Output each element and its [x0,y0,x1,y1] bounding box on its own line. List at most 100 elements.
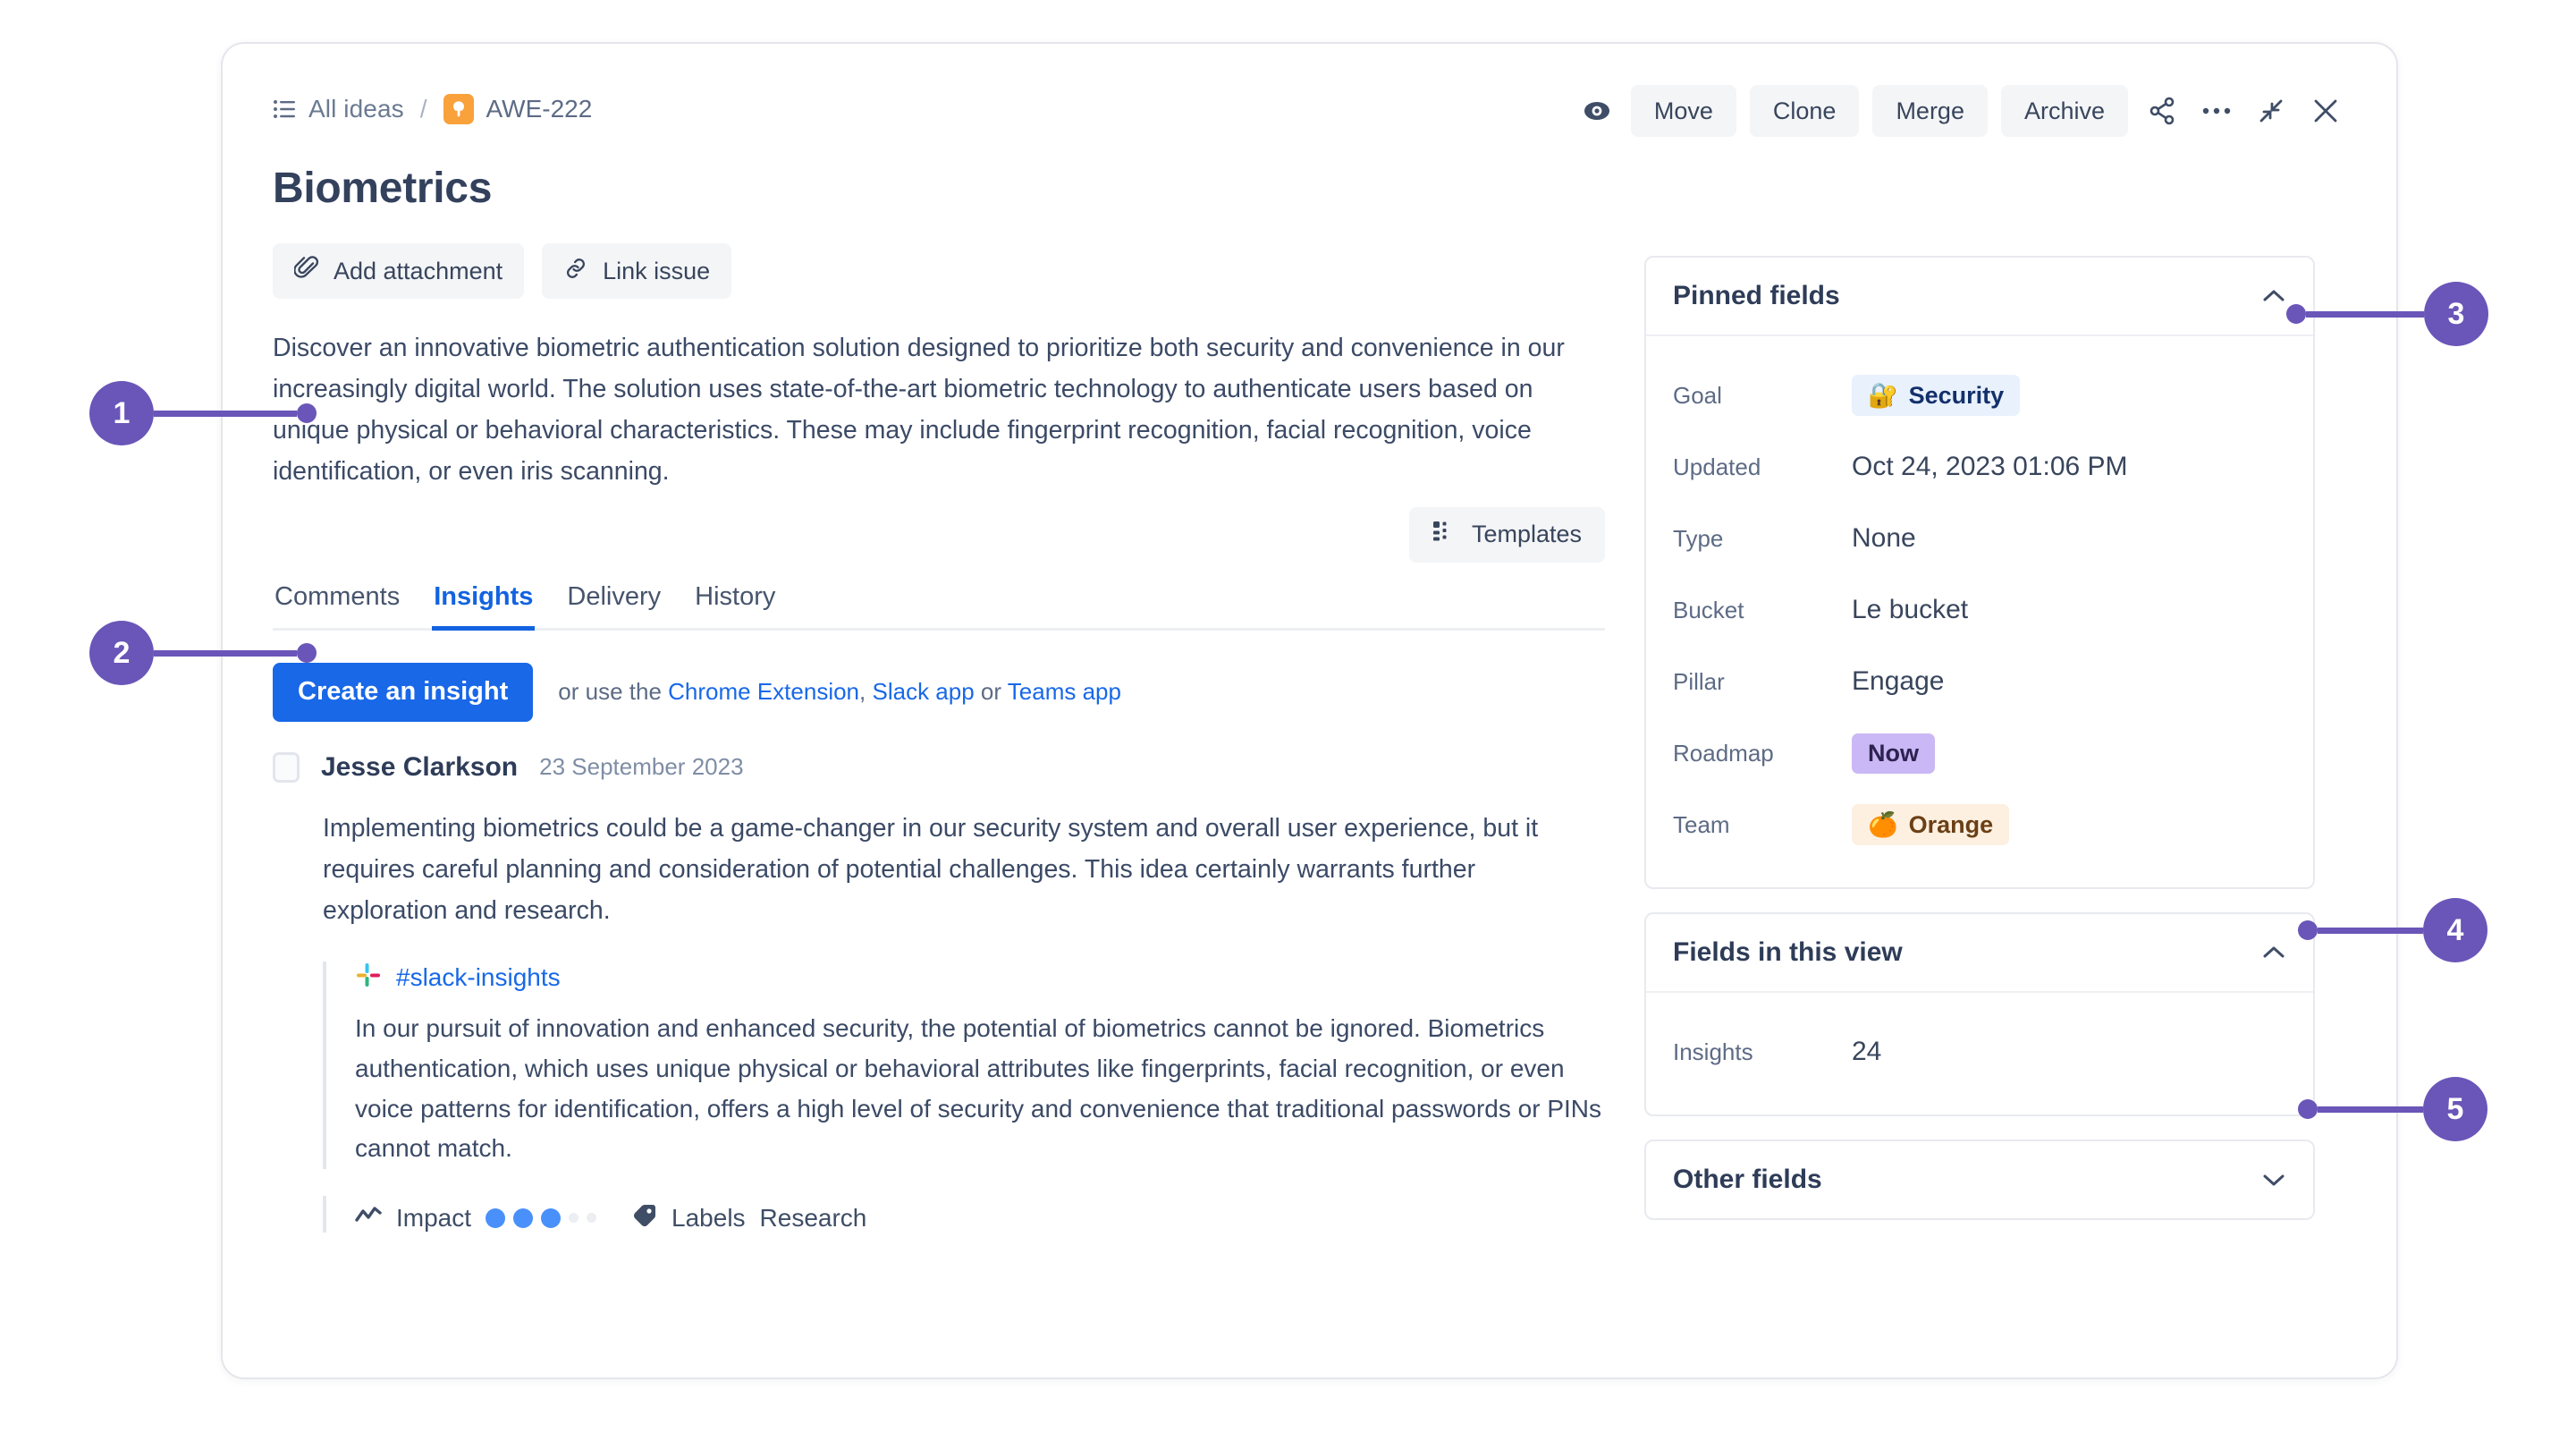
labels-group[interactable]: Labels Research [632,1203,866,1233]
impact-dot-2 [513,1208,533,1228]
field-label-pillar: Pillar [1673,668,1852,696]
slack-channel-link[interactable]: #slack-insights [396,963,561,992]
callout-4-number: 4 [2423,898,2487,962]
tab-delivery[interactable]: Delivery [565,582,663,631]
fields-in-view-panel: Fields in this view Insights 24 [1644,912,2315,1116]
chevron-down-icon[interactable] [2261,1172,2286,1188]
archive-button[interactable]: Archive [2001,85,2128,137]
field-value-updated: Oct 24, 2023 01:06 PM [1852,452,2128,482]
field-label-type: Type [1673,525,1852,553]
field-value-type[interactable]: None [1852,523,1916,554]
idea-detail-modal: All ideas / AWE-222 [221,42,2398,1379]
modal-header: All ideas / AWE-222 [223,44,2396,137]
chevron-up-icon[interactable] [2261,945,2286,961]
field-label-bucket: Bucket [1673,597,1852,624]
field-value-goal[interactable]: 🔐 Security [1852,375,2020,416]
link-icon [563,256,588,287]
chevron-up-icon[interactable] [2261,288,2286,304]
merge-button[interactable]: Merge [1872,85,1988,137]
other-fields-title: Other fields [1673,1165,1822,1195]
hint-or: or [975,678,1008,705]
teams-app-link[interactable]: Teams app [1008,678,1121,705]
header-actions: Move Clone Merge Archive [1576,85,2346,137]
pinned-fields-panel: Pinned fields Goal 🔐 [1644,256,2315,889]
callout-3-line [2306,311,2424,318]
modal-body: Add attachment Link issue Discover an in… [223,213,2396,1243]
goal-badge-label: Security [1909,382,2005,410]
create-insight-row: Create an insight or use the Chrome Exte… [273,663,1605,722]
callout-1-line [154,411,297,417]
breadcrumb-all-ideas[interactable]: All ideas [308,95,404,123]
link-issue-button[interactable]: Link issue [542,243,731,299]
callout-1: 1 [89,381,317,445]
insight-card: Jesse Clarkson 23 September 2023 Impleme… [273,752,1605,1233]
templates-button[interactable]: Templates [1409,507,1605,563]
clone-button[interactable]: Clone [1750,85,1860,137]
tab-insights[interactable]: Insights [432,582,535,631]
breadcrumb-current[interactable]: AWE-222 [486,95,593,123]
close-icon[interactable] [2305,90,2346,131]
page-title: Biometrics [223,137,2396,213]
insight-quote-block: #slack-insights In our pursuit of innova… [323,962,1605,1169]
field-label-team: Team [1673,811,1852,839]
move-button[interactable]: Move [1631,85,1736,137]
field-value-team[interactable]: 🍊 Orange [1852,804,2009,845]
tag-icon [632,1203,657,1233]
callout-2-line [154,650,297,657]
lock-icon: 🔐 [1868,381,1898,410]
collapse-icon[interactable] [2251,90,2292,131]
fields-in-view-header[interactable]: Fields in this view [1646,914,2313,991]
callout-5-number: 5 [2423,1077,2487,1141]
breadcrumb: All ideas / AWE-222 [273,85,592,124]
insight-sources-hint: or use the Chrome Extension, Slack app o… [558,678,1121,706]
trend-icon [355,1206,382,1230]
field-row: Updated Oct 24, 2023 01:06 PM [1673,431,2286,503]
pinned-fields-header[interactable]: Pinned fields [1646,258,2313,335]
insight-author: Jesse Clarkson [321,752,518,783]
orange-fruit-icon: 🍊 [1868,810,1898,839]
link-issue-label: Link issue [603,258,710,285]
insight-header: Jesse Clarkson 23 September 2023 [273,752,1605,783]
field-label-insights: Insights [1673,1038,1852,1066]
right-sidebar: Pinned fields Goal 🔐 [1644,243,2315,1243]
field-row: Pillar Engage [1673,646,2286,717]
insight-source: #slack-insights [355,962,1605,993]
callout-4-line [2318,928,2423,934]
breadcrumb-separator: / [417,95,431,123]
screenshot-stage: All ideas / AWE-222 [0,0,2576,1432]
tab-history[interactable]: History [693,582,777,631]
field-value-roadmap[interactable]: Now [1852,733,1935,774]
field-label-updated: Updated [1673,453,1852,481]
insight-checkbox[interactable] [273,752,300,783]
field-value-pillar[interactable]: Engage [1852,666,1944,697]
labels-label: Labels [671,1204,746,1233]
callout-2: 2 [89,621,317,685]
more-options-icon[interactable] [2196,90,2237,131]
field-row: Goal 🔐 Security [1673,360,2286,431]
templates-row: Templates [273,507,1605,563]
team-badge-label: Orange [1909,811,1994,839]
share-icon[interactable] [2141,90,2183,131]
callout-3-number: 3 [2424,282,2488,346]
callout-3-dot [2286,304,2306,324]
impact-dot-5 [587,1213,596,1223]
eye-icon[interactable] [1576,90,1617,131]
pinned-fields-body: Goal 🔐 Security Updated Oct 24, 2023 01:… [1646,336,2313,887]
chrome-extension-link[interactable]: Chrome Extension [668,678,859,705]
impact-group[interactable]: Impact [355,1204,596,1233]
paperclip-icon [294,256,319,287]
insight-text[interactable]: Implementing biometrics could be a game-… [323,808,1592,931]
slack-app-link[interactable]: Slack app [872,678,974,705]
field-value-bucket[interactable]: Le bucket [1852,595,1968,625]
callout-5-dot [2298,1099,2318,1119]
idea-description[interactable]: Discover an innovative biometric authent… [273,327,1605,493]
attachment-actions: Add attachment Link issue [273,243,1605,299]
other-fields-header[interactable]: Other fields [1646,1141,2313,1218]
add-attachment-button[interactable]: Add attachment [273,243,524,299]
impact-rating[interactable] [486,1208,596,1228]
labels-value[interactable]: Research [760,1204,867,1233]
field-row: Insights 24 [1673,1016,2286,1088]
callout-5-line [2318,1106,2423,1113]
hint-comma: , [859,678,872,705]
impact-dot-1 [486,1208,505,1228]
